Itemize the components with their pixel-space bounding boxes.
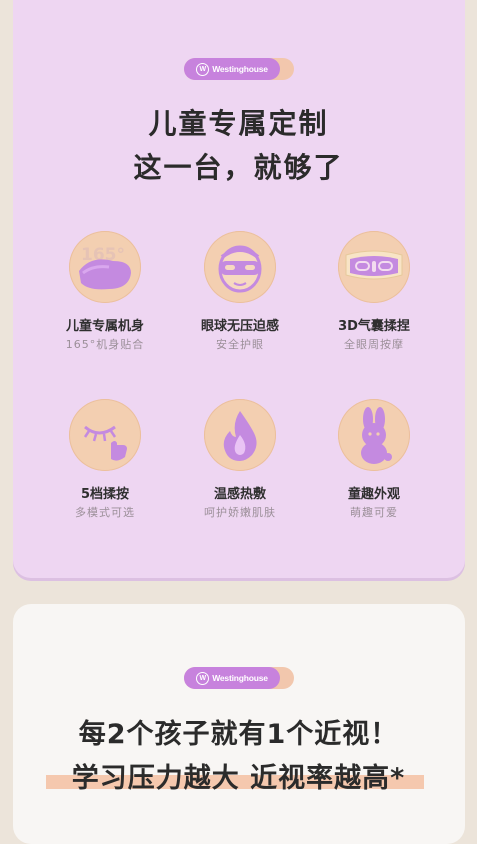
myopia-title-line2: 学习压力越大 近视率越高* [71,763,406,794]
hero-title-line1: 儿童专属定制 [148,107,329,140]
feature-subtitle: 165°机身贴合 [65,338,145,351]
closed-eye-press-icon [69,399,141,471]
brand-name: Westinghouse [212,673,268,683]
feature-title: 5档揉按 [80,487,130,502]
feature-item: 童趣外观 萌趣可爱 [309,399,439,520]
eye-mask-angle-icon: 165° [69,231,141,303]
feature-item: 温感热敷 呵护娇嫩肌肤 [175,399,305,520]
bunny-icon [338,399,410,471]
westinghouse-logo-icon: W [196,62,210,76]
brand-badge: W Westinghouse [184,667,294,689]
feature-subtitle: 安全护眼 [216,338,264,351]
feature-item: 5档揉按 多模式可选 [40,399,170,520]
westinghouse-logo-icon: W [196,671,210,685]
brand-name: Westinghouse [212,64,268,74]
feature-item: 165° 儿童专属机身 165°机身贴合 [40,231,170,352]
hero-title-line2: 这一台，就够了 [133,151,344,184]
feature-item: 眼球无压迫感 安全护眼 [175,231,305,352]
myopia-title-line1: 每2个孩子就有1个近视！ [78,719,399,750]
feature-subtitle: 呵护娇嫩肌肤 [204,506,276,519]
mask-face-icon [204,231,276,303]
brand-badge: W Westinghouse [184,58,294,80]
feature-subtitle: 全眼周按摩 [344,338,404,351]
feature-title: 童趣外观 [347,487,400,502]
feature-title: 3D气囊揉捏 [338,319,410,334]
feature-title: 温感热敷 [213,487,266,502]
feature-subtitle: 多模式可选 [75,506,135,519]
airbag-mask-icon [338,231,410,303]
feature-item: 3D气囊揉捏 全眼周按摩 [309,231,439,352]
feature-title: 儿童专属机身 [65,319,144,334]
feature-title: 眼球无压迫感 [200,319,279,334]
feature-subtitle: 萌趣可爱 [350,506,398,519]
flame-icon [204,399,276,471]
